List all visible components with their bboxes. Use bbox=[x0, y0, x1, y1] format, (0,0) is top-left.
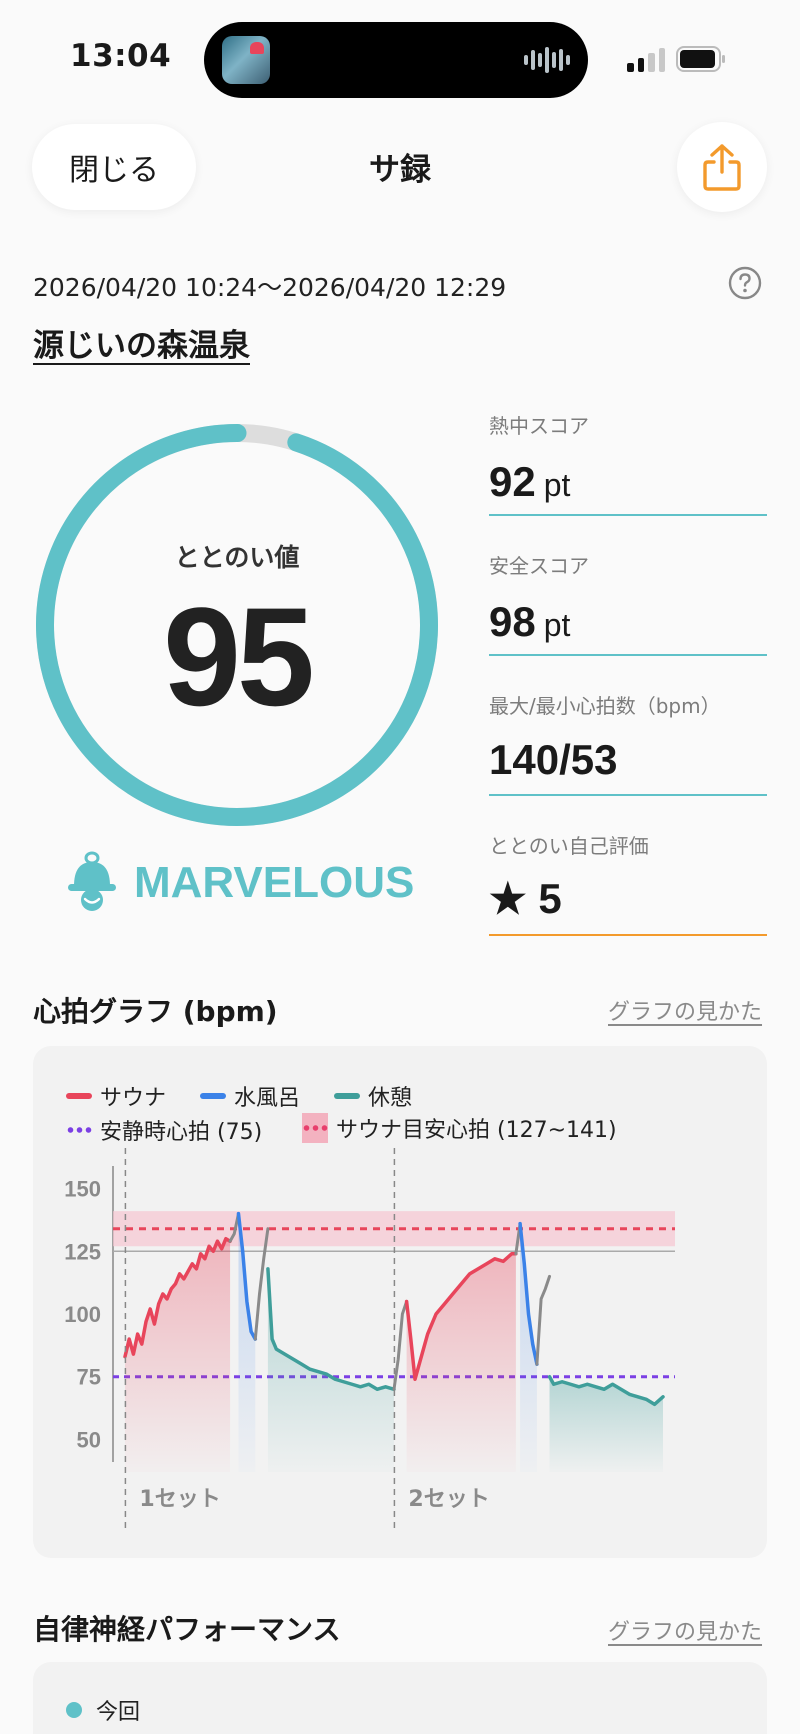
heart-graph-help-link[interactable]: グラフの見かた bbox=[608, 994, 762, 1026]
self-rating-underline bbox=[489, 934, 767, 936]
set-label-1: 1セット bbox=[139, 1487, 220, 1512]
heat-score-value: 92 pt bbox=[489, 458, 571, 505]
share-icon bbox=[703, 144, 741, 191]
audio-wave-icon bbox=[524, 44, 570, 76]
gauge-value: 95 bbox=[163, 578, 315, 735]
rest-area-4 bbox=[267, 1268, 394, 1472]
safety-score-label: 安全スコア bbox=[489, 554, 589, 578]
ans-card bbox=[33, 1662, 767, 1734]
y-tick-label: 50 bbox=[77, 1427, 101, 1452]
ans-help-link[interactable]: グラフの見かた bbox=[608, 1614, 762, 1646]
cold-area-2 bbox=[238, 1213, 256, 1472]
session-date-range: 2026/04/20 10:24〜2026/04/20 12:29 bbox=[33, 273, 507, 302]
rank-label: MARVELOUS bbox=[134, 858, 415, 907]
safety-score-underline bbox=[489, 654, 767, 656]
ans-title: 自律神経パフォーマンス bbox=[33, 1613, 341, 1646]
sauna-area-0 bbox=[125, 1238, 231, 1472]
legend-rest: 休憩 bbox=[334, 1080, 412, 1112]
y-tick-label: 150 bbox=[64, 1177, 101, 1202]
safety-score-value: 98 pt bbox=[489, 598, 571, 645]
battery-icon bbox=[676, 46, 725, 72]
now-playing-thumbnail[interactable] bbox=[222, 36, 270, 84]
legend-target-hr: サウナ目安心拍 (127~141) bbox=[302, 1112, 617, 1144]
share-button[interactable] bbox=[677, 122, 767, 212]
heart-rate-range-value: 140/53 bbox=[489, 736, 618, 783]
close-button[interactable]: 閉じる bbox=[32, 124, 196, 210]
y-tick-label: 125 bbox=[64, 1239, 101, 1264]
sauna-hat-icon bbox=[68, 851, 116, 911]
set-label-2: 2セット bbox=[408, 1487, 489, 1512]
heat-score-underline bbox=[489, 514, 767, 516]
self-rating-label: ととのい自己評価 bbox=[489, 834, 649, 858]
self-rating-value[interactable]: ★ 5 bbox=[489, 874, 562, 923]
ans-legend-current: 今回 bbox=[66, 1694, 140, 1726]
heart-rate-chart: 150 125 100 75 50 1セット 2セット bbox=[64, 1148, 675, 1532]
y-tick-label: 100 bbox=[64, 1302, 101, 1327]
cellular-signal-icon bbox=[627, 48, 665, 72]
legend-resting-hr: 安静時心拍 (75) bbox=[66, 1114, 262, 1146]
rest-area-10 bbox=[549, 1376, 663, 1472]
heart-graph-title: 心拍グラフ (bpm) bbox=[33, 995, 278, 1028]
heart-rate-range-label: 最大/最小心拍数（bpm） bbox=[489, 694, 721, 718]
gauge-label: ととのい値 bbox=[174, 543, 300, 572]
heat-score-label: 熱中スコア bbox=[489, 414, 589, 438]
transition-line-9 bbox=[535, 1274, 552, 1366]
legend-sauna: サウナ bbox=[66, 1080, 166, 1112]
location-link[interactable]: 源じいの森温泉 bbox=[33, 320, 250, 365]
legend-cold-bath: 水風呂 bbox=[200, 1080, 300, 1112]
help-icon[interactable] bbox=[728, 266, 762, 300]
page-title: サ録 bbox=[369, 152, 431, 188]
heart-rate-range-underline bbox=[489, 794, 767, 796]
status-time: 13:04 bbox=[70, 38, 172, 74]
y-tick-label: 75 bbox=[77, 1365, 101, 1390]
